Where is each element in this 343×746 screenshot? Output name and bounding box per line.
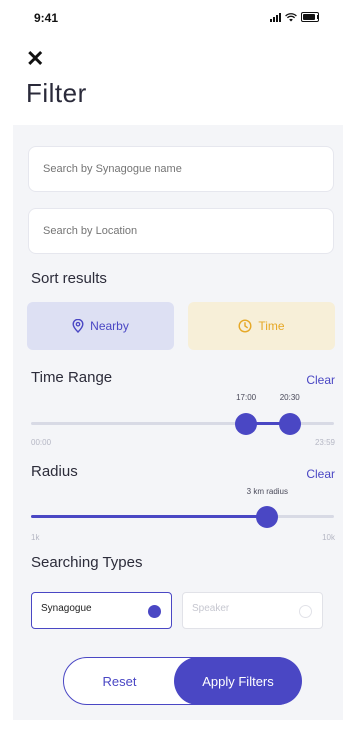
time-end-thumb[interactable] bbox=[278, 412, 301, 435]
apply-filters-button[interactable]: Apply Filters bbox=[174, 657, 302, 705]
sort-time-label: Time bbox=[258, 319, 285, 333]
battery-icon bbox=[301, 12, 319, 22]
type-synagogue-option[interactable]: Synagogue bbox=[31, 592, 172, 629]
synagogue-search-input[interactable] bbox=[28, 146, 334, 192]
status-bar: 9:41 bbox=[0, 0, 343, 40]
radius-thumb[interactable] bbox=[256, 505, 279, 528]
time-start-thumb[interactable] bbox=[235, 412, 258, 435]
signal-icon bbox=[270, 12, 281, 22]
radius-label: Radius bbox=[31, 463, 78, 480]
filter-actions: Reset Apply Filters bbox=[63, 657, 302, 705]
radius-value-label: 3 km radius bbox=[246, 487, 289, 496]
time-min-label: 00:00 bbox=[31, 438, 52, 447]
location-search-input[interactable] bbox=[28, 208, 334, 254]
radius-min-label: 1k bbox=[31, 533, 40, 542]
radius-max-label: 10k bbox=[322, 533, 335, 542]
sort-results-label: Sort results bbox=[31, 270, 107, 287]
time-start-label: 17:00 bbox=[236, 393, 257, 402]
radius-slider[interactable]: 3 km radius bbox=[31, 487, 334, 528]
sort-nearby-label: Nearby bbox=[90, 319, 129, 333]
type-speaker-option[interactable]: Speaker bbox=[182, 592, 323, 629]
time-range-slider[interactable]: 17:00 20:30 bbox=[31, 393, 334, 435]
type-speaker-label: Speaker bbox=[192, 603, 230, 614]
wifi-icon bbox=[285, 12, 297, 21]
searching-types-label: Searching Types bbox=[31, 554, 143, 571]
reset-button[interactable]: Reset bbox=[64, 658, 175, 704]
status-icons bbox=[270, 12, 319, 22]
time-max-label: 23:59 bbox=[314, 438, 335, 447]
sort-nearby-button[interactable]: Nearby bbox=[27, 302, 174, 350]
status-time: 9:41 bbox=[34, 11, 59, 25]
radius-clear-button[interactable]: Clear bbox=[306, 467, 335, 481]
time-range-label: Time Range bbox=[31, 369, 113, 386]
radio-selected-icon bbox=[148, 605, 161, 618]
sort-time-button[interactable]: Time bbox=[188, 302, 335, 350]
type-synagogue-label: Synagogue bbox=[41, 603, 92, 614]
clock-icon bbox=[238, 319, 252, 333]
location-pin-icon bbox=[72, 319, 84, 333]
radius-fill bbox=[31, 515, 268, 518]
page-title: Filter bbox=[26, 78, 87, 108]
time-range-clear-button[interactable]: Clear bbox=[306, 373, 335, 387]
radio-unselected-icon bbox=[299, 605, 312, 618]
close-icon[interactable]: ✕ bbox=[26, 48, 44, 70]
time-end-label: 20:30 bbox=[279, 393, 300, 402]
